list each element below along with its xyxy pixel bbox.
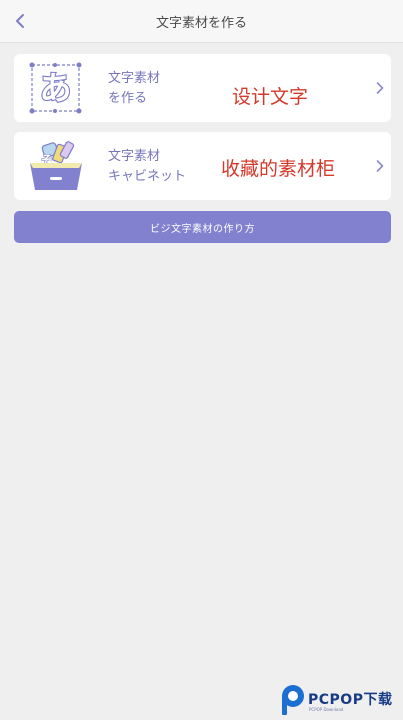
- annotation-text: 设计文字: [232, 86, 309, 108]
- chevron-right-icon: [376, 82, 384, 94]
- how-to-make-button[interactable]: ビジ文字素材の作り方: [14, 211, 391, 243]
- pcpop-logo-icon: [282, 685, 304, 715]
- svg-text:あ: あ: [39, 69, 71, 107]
- watermark-subtext: PCPOP Download: [309, 707, 344, 712]
- create-text-material-card[interactable]: あ 文字素材 を作る 设计文字: [14, 54, 391, 122]
- annotation-text: 收藏的素材柜: [221, 158, 336, 180]
- sticker-cabinet-icon: そ: [30, 141, 82, 190]
- card-label: 文字素材 を作る: [108, 71, 161, 106]
- card-label: 文字素材 キャビネット: [108, 149, 187, 184]
- page-title: 文字素材を作る: [155, 16, 247, 31]
- text-material-cabinet-card[interactable]: そ 文字素材 キャビネット 收藏的素材柜: [14, 132, 391, 200]
- hiragana-a-sticker-icon: あ: [29, 62, 82, 114]
- site-watermark: PCPOP下载 PCPOP Download: [279, 683, 403, 717]
- chevron-right-icon: [376, 160, 384, 172]
- watermark-brand: PCPOP下载: [308, 692, 393, 708]
- top-navigation-bar: 文字素材を作る: [0, 0, 403, 43]
